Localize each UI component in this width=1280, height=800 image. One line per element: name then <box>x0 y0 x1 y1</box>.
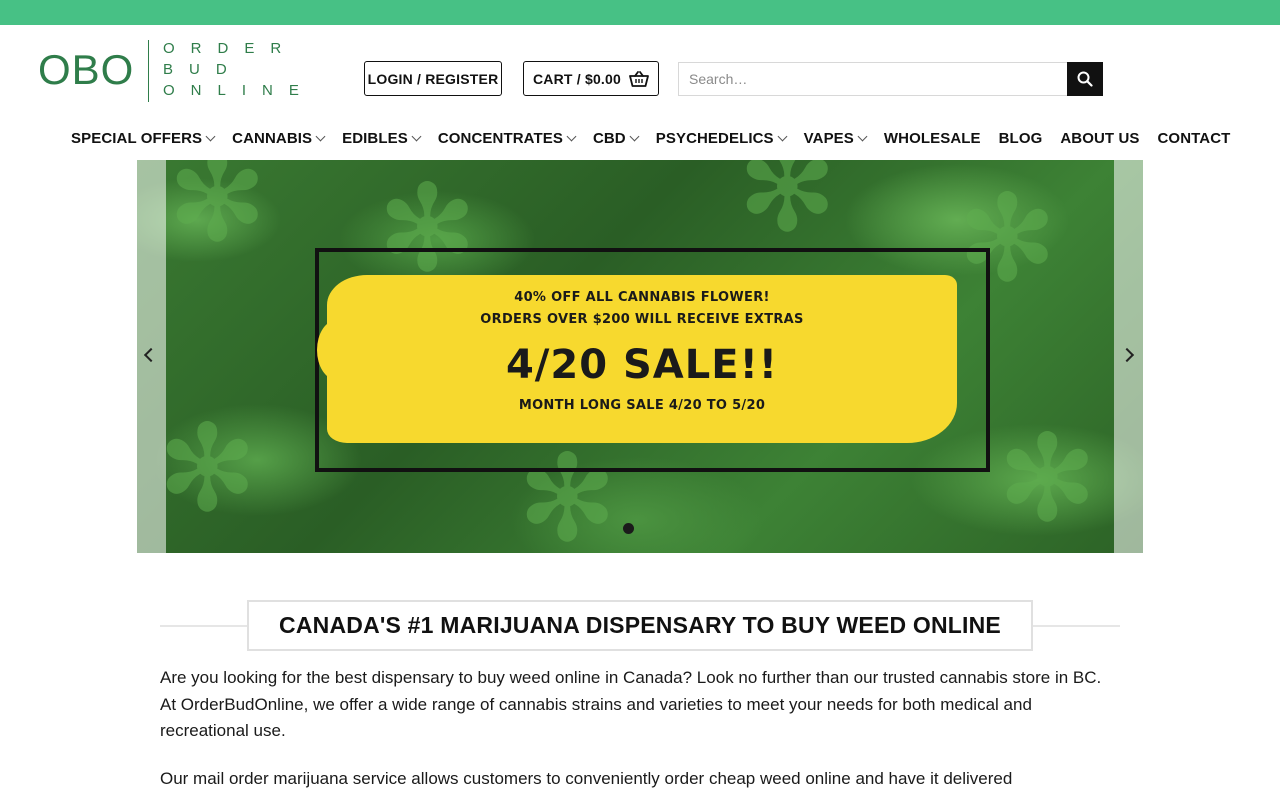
leaf-decoration: ✻ <box>997 410 1098 549</box>
main-navigation: SPECIAL OFFERS CANNABIS EDIBLES CONCENTR… <box>71 126 1230 150</box>
search-input[interactable] <box>678 62 1067 96</box>
site-logo[interactable]: OBO ORDER BUD ONLINE <box>38 38 308 102</box>
intro-paragraph: Are you looking for the best dispensary … <box>160 668 1102 740</box>
nav-label: BLOG <box>998 129 1043 147</box>
nav-item-blog[interactable]: BLOG <box>999 130 1043 147</box>
nav-item-cbd[interactable]: CBD <box>592 129 640 147</box>
promo-subtitle: MONTH LONG SALE 4/20 TO 5/20 <box>518 398 766 413</box>
cart-label: CART / $0.00 <box>533 70 621 87</box>
chevron-right-icon <box>1119 347 1135 363</box>
slider-prev-button[interactable] <box>140 345 160 365</box>
nav-label: CBD <box>592 129 626 147</box>
section-heading: CANADA'S #1 MARIJUANA DISPENSARY TO BUY … <box>160 600 1120 651</box>
logo-line-online: ONLINE <box>163 82 315 99</box>
logo-line-order: ORDER <box>163 40 298 57</box>
nav-item-cannabis[interactable]: CANNABIS <box>232 129 326 147</box>
nav-label: ABOUT US <box>1060 129 1140 147</box>
nav-label: SPECIAL OFFERS <box>71 129 203 147</box>
logo-wordmark: ORDER BUD ONLINE <box>163 38 313 101</box>
login-register-label: LOGIN / REGISTER <box>367 70 499 87</box>
search-button[interactable] <box>1067 62 1103 96</box>
nav-item-psychedelics[interactable]: PSYCHEDELICS <box>655 129 788 147</box>
chevron-down-icon <box>411 131 422 141</box>
nav-item-special-offers[interactable]: SPECIAL OFFERS <box>71 129 216 147</box>
nav-item-vapes[interactable]: VAPES <box>803 129 868 147</box>
login-register-button[interactable]: LOGIN / REGISTER <box>364 61 502 96</box>
cart-button[interactable]: CART / $0.00 <box>523 61 659 96</box>
chevron-down-icon <box>566 131 577 141</box>
page-title: CANADA'S #1 MARIJUANA DISPENSARY TO BUY … <box>247 600 1033 651</box>
search-form <box>678 62 1103 96</box>
search-icon <box>1077 71 1093 87</box>
nav-label: CONTACT <box>1157 129 1231 147</box>
hero-slider[interactable]: ✻ ✻ ✻ ✻ ✻ ✻ ✻ 40% OFF ALL CANNABIS FLOWE… <box>137 160 1143 553</box>
nav-item-concentrates[interactable]: CONCENTRATES <box>437 129 577 147</box>
logo-mark: OBO <box>38 46 135 93</box>
leaf-decoration: ✻ <box>157 400 258 539</box>
basket-icon <box>629 70 649 87</box>
top-announcement-bar <box>0 0 1280 25</box>
nav-label: WHOLESALE <box>883 129 981 147</box>
nav-item-about-us[interactable]: ABOUT US <box>1060 130 1139 147</box>
slider-dots <box>623 523 634 534</box>
leaf-decoration: ✻ <box>737 160 838 259</box>
chevron-down-icon <box>629 131 640 141</box>
promo-line-discount: 40% OFF ALL CANNABIS FLOWER! <box>514 290 770 305</box>
nav-label: CONCENTRATES <box>437 129 563 147</box>
nav-label: EDIBLES <box>342 129 408 147</box>
nav-item-wholesale[interactable]: WHOLESALE <box>884 130 981 147</box>
logo-divider <box>148 40 149 102</box>
chevron-down-icon <box>205 131 216 141</box>
promo-line-extras: ORDERS OVER $200 WILL RECEIVE EXTRAS <box>480 312 804 327</box>
nav-label: CANNABIS <box>232 129 313 147</box>
logo-line-bud: BUD <box>163 61 243 78</box>
slider-dot[interactable] <box>623 523 634 534</box>
chevron-down-icon <box>857 131 868 141</box>
chevron-down-icon <box>315 131 326 141</box>
nav-label: VAPES <box>803 129 854 147</box>
promo-title: 4/20 SALE!! <box>505 342 779 388</box>
nav-item-contact[interactable]: CONTACT <box>1158 130 1231 147</box>
slider-next-button[interactable] <box>1119 345 1140 365</box>
intro-paragraph-2: Our mail order marijuana service allows … <box>160 769 1013 788</box>
nav-item-edibles[interactable]: EDIBLES <box>342 129 422 147</box>
chevron-down-icon <box>777 131 788 141</box>
chevron-left-icon <box>143 347 159 363</box>
leaf-decoration: ✻ <box>167 160 268 269</box>
nav-label: PSYCHEDELICS <box>655 129 774 147</box>
